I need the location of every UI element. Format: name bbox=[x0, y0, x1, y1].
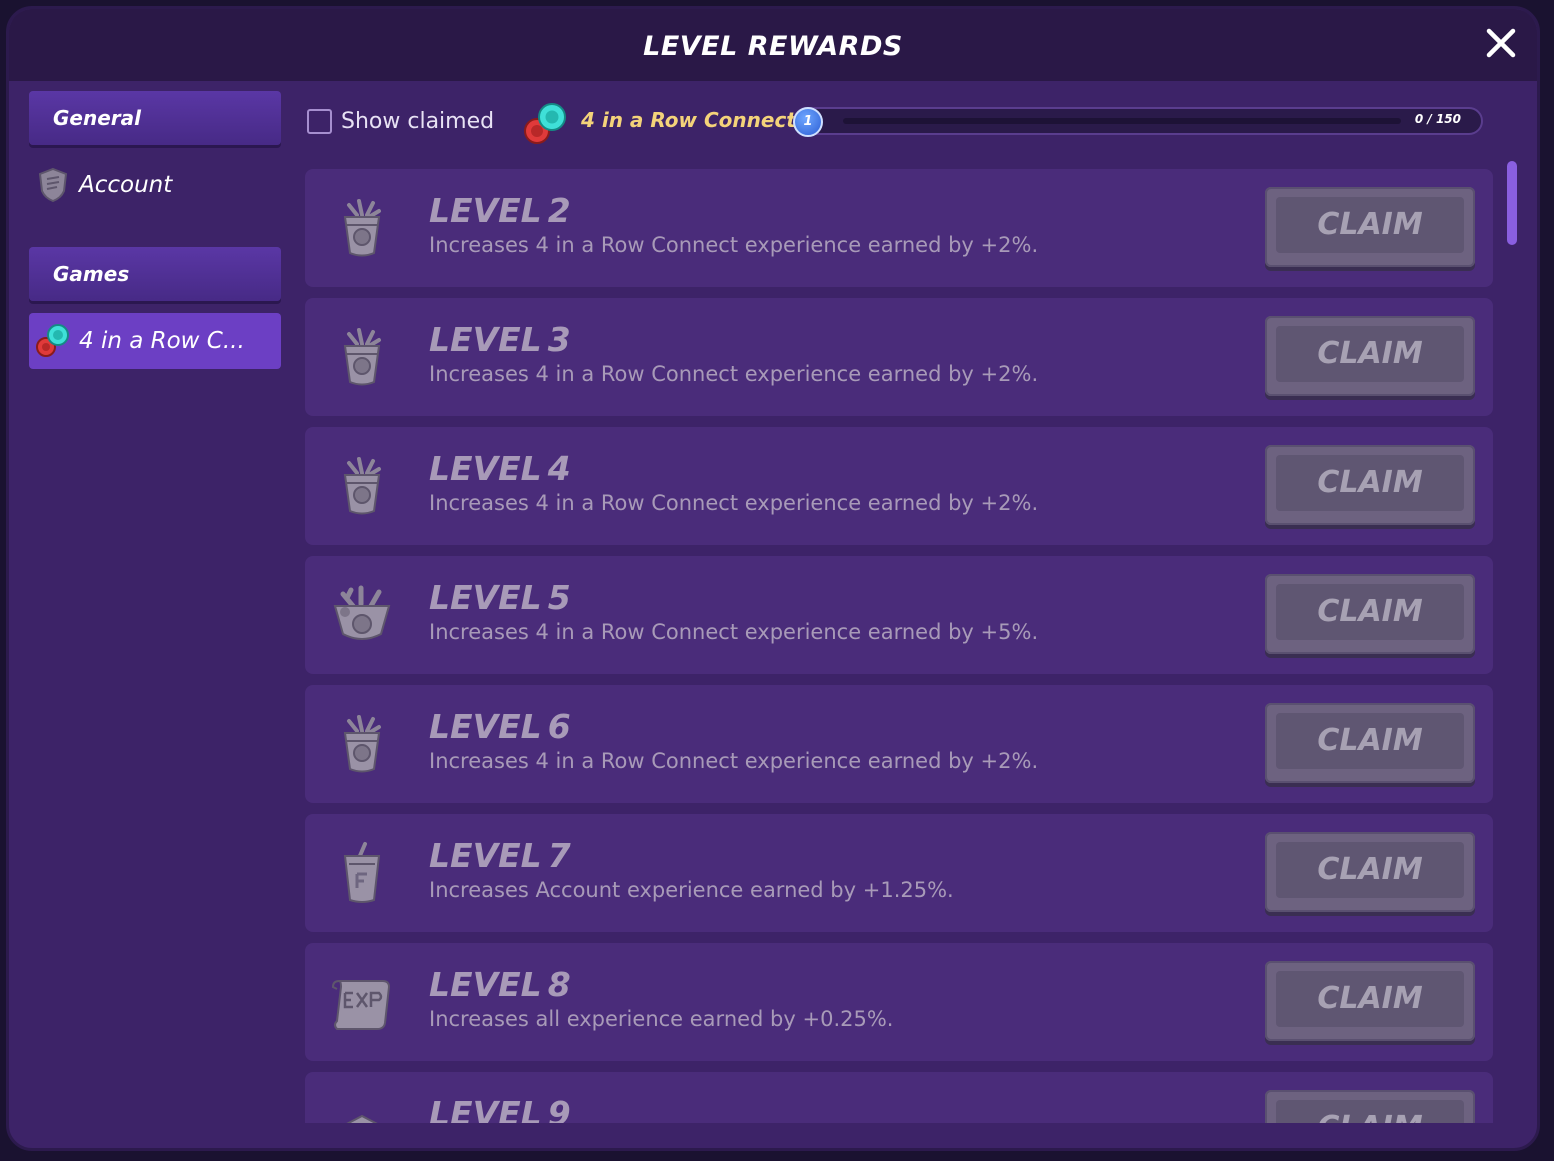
drink-cup-icon bbox=[329, 840, 395, 906]
level-word: LEVEL bbox=[429, 449, 542, 488]
sidebar-section-games: Games bbox=[29, 247, 281, 301]
reward-description: Increases 4 in a Row Connect experience … bbox=[429, 620, 1039, 644]
reward-row-level-4: LEVEL 4 Increases 4 in a Row Connect expe… bbox=[305, 427, 1493, 545]
progress-track bbox=[843, 118, 1401, 124]
reward-level-title: LEVEL 8 bbox=[429, 965, 571, 1004]
claim-button[interactable]: CLAIM bbox=[1265, 703, 1475, 783]
level-word: LEVEL bbox=[429, 191, 542, 230]
reward-row-level-3: LEVEL 3 Increases 4 in a Row Connect expe… bbox=[305, 298, 1493, 416]
claim-button-label: CLAIM bbox=[1276, 197, 1464, 253]
reward-description: Increases 4 in a Row Connect experience … bbox=[429, 233, 1039, 257]
claim-button[interactable]: CLAIM bbox=[1265, 316, 1475, 396]
claim-button[interactable]: CLAIM bbox=[1265, 187, 1475, 267]
sidebar-item-account-label: Account bbox=[79, 172, 173, 198]
level-number: 6 bbox=[547, 707, 571, 746]
modal-title: LEVEL REWARDS bbox=[643, 31, 903, 62]
sidebar-section-general: General bbox=[29, 91, 281, 145]
claim-button[interactable]: CLAIM bbox=[1265, 961, 1475, 1041]
claim-button-label: CLAIM bbox=[1276, 971, 1464, 1027]
reward-description: Increases all experience earned by +0.25… bbox=[429, 1007, 894, 1031]
box-icon bbox=[329, 1098, 395, 1123]
claim-button-label: CLAIM bbox=[1276, 584, 1464, 640]
reward-description: Increases Account experience earned by +… bbox=[429, 878, 954, 902]
claim-button-label: CLAIM bbox=[1276, 713, 1464, 769]
show-claimed-checkbox[interactable] bbox=[307, 109, 332, 134]
level-number: 8 bbox=[547, 965, 571, 1004]
reward-level-title: LEVEL 4 bbox=[429, 449, 571, 488]
level-number: 5 bbox=[547, 578, 571, 617]
level-progress-bar: 1 0 / 150 bbox=[793, 107, 1483, 137]
claim-button-label: CLAIM bbox=[1276, 455, 1464, 511]
reward-description: Increases 4 in a Row Connect experience … bbox=[429, 362, 1039, 386]
progress-text: 0 / 150 bbox=[1414, 112, 1461, 126]
show-claimed-label[interactable]: Show claimed bbox=[341, 109, 494, 134]
sidebar: General Account Games 4 in a Row C... bbox=[29, 91, 281, 369]
claim-button[interactable]: CLAIM bbox=[1265, 832, 1475, 912]
reward-row-level-2: LEVEL 2 Increases 4 in a Row Connect expe… bbox=[305, 169, 1493, 287]
reward-description: Increases 4 in a Row Connect experience … bbox=[429, 749, 1039, 773]
level-word: LEVEL bbox=[429, 707, 542, 746]
reward-row-level-8: LEVEL 8 Increases all experience earned b… bbox=[305, 943, 1493, 1061]
level-word: LEVEL bbox=[429, 320, 542, 359]
reward-level-title: LEVEL 9 bbox=[429, 1094, 571, 1123]
close-icon[interactable] bbox=[1485, 27, 1517, 59]
filter-bar: Show claimed 4 in a Row Connect 1 0 / 15… bbox=[305, 101, 1497, 145]
claim-button[interactable]: CLAIM bbox=[1265, 445, 1475, 525]
level-word: LEVEL bbox=[429, 1094, 542, 1123]
claim-button[interactable]: CLAIM bbox=[1265, 1090, 1475, 1123]
scrollbar-thumb[interactable] bbox=[1507, 161, 1517, 245]
shield-icon bbox=[38, 167, 68, 203]
small-trophy-cup-icon bbox=[329, 324, 395, 390]
level-number: 2 bbox=[547, 191, 571, 230]
small-trophy-cup-icon bbox=[329, 453, 395, 519]
reward-row-level-9: LEVEL9 CLAIM bbox=[305, 1072, 1493, 1123]
reward-level-title: LEVEL 6 bbox=[429, 707, 571, 746]
large-trophy-bowl-icon bbox=[329, 582, 395, 648]
game-chips-icon bbox=[36, 324, 69, 357]
game-chips-icon bbox=[524, 103, 566, 144]
sidebar-item-account[interactable]: Account bbox=[29, 157, 281, 213]
reward-description: Increases 4 in a Row Connect experience … bbox=[429, 491, 1039, 515]
claim-button-label: CLAIM bbox=[1276, 326, 1464, 382]
game-name: 4 in a Row Connect bbox=[581, 108, 796, 132]
reward-list: LEVEL 2 Increases 4 in a Row Connect expe… bbox=[305, 161, 1493, 1123]
claim-button-label: CLAIM bbox=[1276, 1100, 1464, 1123]
reward-row-level-7: LEVEL 7 Increases Account experience earn… bbox=[305, 814, 1493, 932]
reward-level-title: LEVEL 3 bbox=[429, 320, 571, 359]
level-number: 4 bbox=[547, 449, 571, 488]
level-word: LEVEL bbox=[429, 965, 542, 1004]
level-number: 3 bbox=[547, 320, 571, 359]
level-number: 7 bbox=[547, 836, 571, 875]
exp-scroll-icon bbox=[329, 969, 395, 1035]
small-trophy-cup-icon bbox=[329, 195, 395, 261]
level-number: 9 bbox=[547, 1094, 571, 1123]
level-word: LEVEL bbox=[429, 578, 542, 617]
reward-level-title: LEVEL 2 bbox=[429, 191, 571, 230]
reward-row-level-6: LEVEL 6 Increases 4 in a Row Connect expe… bbox=[305, 685, 1493, 803]
sidebar-item-4-in-a-row[interactable]: 4 in a Row C... bbox=[29, 313, 281, 369]
claim-button[interactable]: CLAIM bbox=[1265, 574, 1475, 654]
level-word: LEVEL bbox=[429, 836, 542, 875]
reward-row-level-5: LEVEL 5 Increases 4 in a Row Connect expe… bbox=[305, 556, 1493, 674]
reward-level-title: LEVEL 7 bbox=[429, 836, 571, 875]
modal-header: LEVEL REWARDS bbox=[9, 9, 1537, 81]
sidebar-item-game-label: 4 in a Row C... bbox=[79, 328, 245, 354]
reward-level-title: LEVEL 5 bbox=[429, 578, 571, 617]
small-trophy-cup-icon bbox=[329, 711, 395, 777]
current-level-badge: 1 bbox=[793, 107, 823, 137]
claim-button-label: CLAIM bbox=[1276, 842, 1464, 898]
level-rewards-modal: LEVEL REWARDS General Account Games 4 in… bbox=[6, 6, 1540, 1151]
